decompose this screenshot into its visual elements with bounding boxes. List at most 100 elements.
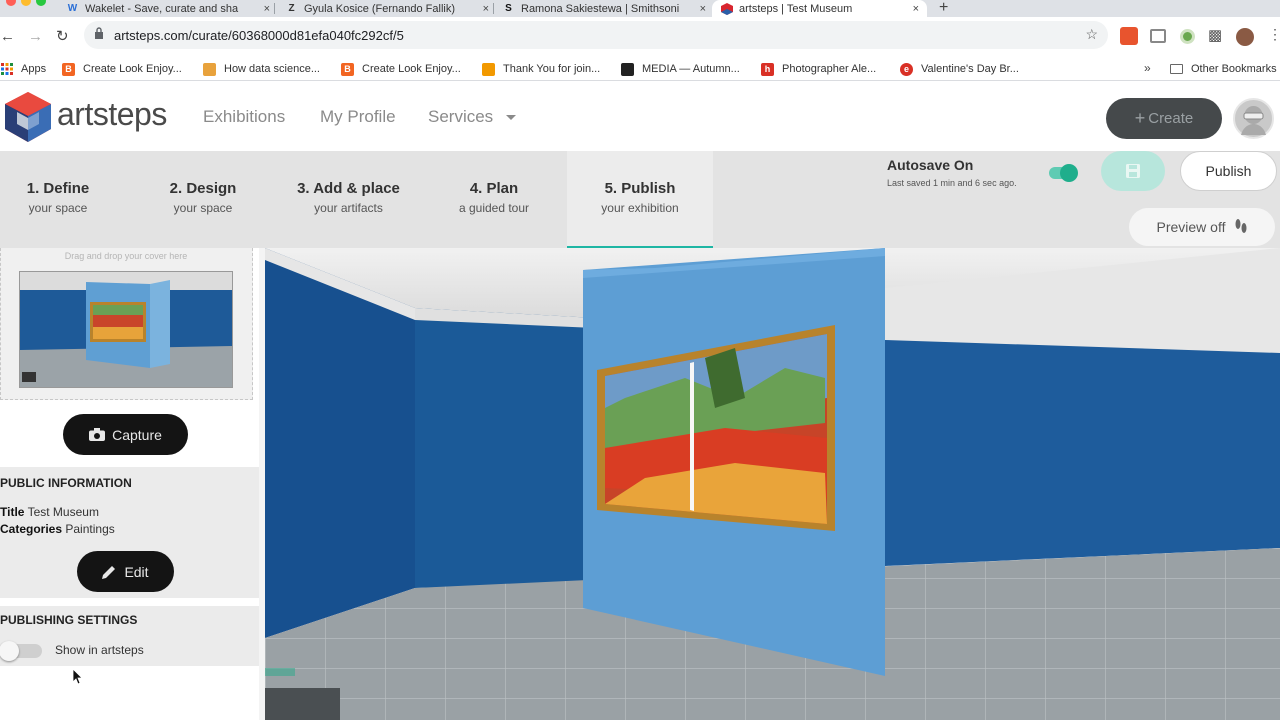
step-subtitle: your artifacts: [314, 201, 383, 215]
plus-icon: +: [1134, 108, 1146, 128]
camera-icon: [89, 428, 106, 441]
tab-close-icon[interactable]: ×: [913, 3, 919, 15]
nav-my-profile[interactable]: My Profile: [320, 107, 396, 127]
artsteps-logo[interactable]: artsteps: [5, 92, 185, 142]
step-subtitle: your space: [173, 201, 233, 215]
window-close-dot[interactable]: [6, 0, 16, 6]
bookmark-site-icon: h: [761, 62, 774, 76]
step-title: 2. Design: [169, 180, 237, 197]
mouse-cursor-icon: [73, 669, 83, 685]
step-title: 3. Add & place: [297, 180, 400, 197]
folder-icon: [1170, 64, 1183, 74]
step-title: 5. Publish: [604, 180, 676, 197]
capture-button[interactable]: Capture: [63, 414, 188, 455]
create-button[interactable]: + Create: [1106, 98, 1222, 139]
public-information-section: PUBLIC INFORMATION Title Test Museum Cat…: [0, 467, 259, 598]
browser-tab[interactable]: S Ramona Sakiestewa | Smithsoni ×: [502, 0, 706, 17]
floppy-disk-icon: [1126, 164, 1140, 178]
bookmark-site-icon: [482, 62, 495, 76]
cover-thumbnail: [19, 271, 233, 388]
bookmark-label: Valentine's Day Br...: [921, 63, 1019, 75]
extensions-puzzle-icon[interactable]: ▩: [1208, 26, 1222, 44]
bookmark-site-icon: e: [900, 62, 913, 76]
bookmark-label: Thank You for join...: [503, 63, 601, 75]
curate-steps-bar: 1. Define your space 2. Design your spac…: [0, 151, 1280, 248]
site-header: artsteps Exhibitions My Profile Services…: [0, 81, 1280, 151]
step-subtitle: a guided tour: [458, 201, 530, 215]
tab-divider: [274, 3, 275, 14]
tab-title: Ramona Sakiestewa | Smithsoni: [521, 2, 680, 15]
tab-close-icon[interactable]: ×: [483, 3, 489, 15]
browser-tab-active[interactable]: artsteps | Test Museum ×: [712, 0, 927, 17]
bookmark-item[interactable]: B Create Look Enjoy...: [62, 60, 182, 78]
bookmark-item[interactable]: Apps: [0, 60, 46, 78]
bookmark-item[interactable]: B Create Look Enjoy...: [341, 60, 461, 78]
avatar-helmet-icon: [1241, 106, 1266, 135]
extension-pen-icon[interactable]: [1150, 29, 1166, 43]
bookmark-item[interactable]: Thank You for join...: [482, 60, 600, 78]
tab-close-icon[interactable]: ×: [700, 3, 706, 15]
smithsonian-icon: S: [505, 3, 512, 14]
address-bar[interactable]: artsteps.com/curate/60368000d81efa040fc2…: [84, 21, 1108, 49]
step-design[interactable]: 2. Design your space: [145, 151, 261, 248]
bookmark-label: Other Bookmarks: [1191, 63, 1277, 75]
bookmark-item[interactable]: How data science...: [203, 60, 320, 78]
star-icon[interactable]: ☆: [1085, 26, 1098, 43]
tab-title: Wakelet - Save, curate and sha: [85, 2, 239, 15]
nav-services[interactable]: Services: [428, 107, 493, 127]
bookmark-item[interactable]: h Photographer Ale...: [761, 60, 876, 78]
window-maximize-dot[interactable]: [36, 0, 46, 6]
bookmark-label: Create Look Enjoy...: [83, 63, 182, 75]
exhibition-3d-view[interactable]: [265, 248, 1280, 720]
caret-down-icon[interactable]: [506, 115, 516, 120]
more-bookmarks-chevron[interactable]: »: [1144, 61, 1151, 75]
bookmark-label: Create Look Enjoy...: [362, 63, 461, 75]
edit-button[interactable]: Edit: [77, 551, 174, 592]
step-define[interactable]: 1. Define your space: [0, 151, 116, 248]
autosave-toggle[interactable]: [1049, 164, 1078, 182]
step-add-place[interactable]: 3. Add & place your artifacts: [283, 151, 414, 248]
menu-dots-icon[interactable]: ⋮: [1268, 26, 1280, 43]
show-in-artsteps-label: Show in artsteps: [55, 643, 144, 657]
bookmark-site-icon: [203, 62, 216, 76]
publish-button[interactable]: Publish: [1180, 151, 1277, 191]
profile-icon[interactable]: [1236, 28, 1254, 46]
logo-wordmark: artsteps: [57, 96, 167, 132]
create-label: Create: [1148, 110, 1194, 127]
bookmark-item[interactable]: MEDIA — Autumn...: [621, 60, 740, 78]
publish-label: Publish: [1205, 163, 1252, 179]
autosave-title: Autosave On: [887, 157, 974, 173]
preview-toggle-button[interactable]: Preview off: [1129, 208, 1275, 246]
categories-key: Categories: [0, 522, 63, 536]
window-minimize-dot[interactable]: [21, 0, 31, 6]
artsteps-icon: [720, 2, 733, 15]
bookmark-label: Apps: [21, 63, 47, 75]
extension-circle-icon[interactable]: [1180, 29, 1195, 44]
new-tab-button[interactable]: +: [939, 0, 948, 17]
forward-arrow-icon[interactable]: →: [28, 28, 43, 45]
edit-label: Edit: [124, 563, 149, 580]
footsteps-icon: [1235, 219, 1246, 233]
step-publish[interactable]: 5. Publish your exhibition: [567, 151, 713, 248]
tab-title: Gyula Kosice (Fernando Fallik): [304, 2, 456, 15]
wakelet-icon: W: [67, 3, 78, 14]
back-arrow-icon[interactable]: ←: [0, 28, 15, 45]
step-plan[interactable]: 4. Plan a guided tour: [436, 151, 552, 248]
categories-row: Categories Paintings: [0, 522, 115, 536]
cover-drop-zone[interactable]: Drag and drop your cover here: [0, 248, 253, 400]
reload-icon[interactable]: ↻: [56, 27, 69, 45]
publish-side-panel: Drag and drop your cover here Capture PU…: [0, 248, 265, 720]
bookmark-item[interactable]: e Valentine's Day Br...: [900, 60, 1019, 78]
nav-exhibitions[interactable]: Exhibitions: [203, 107, 285, 127]
show-in-artsteps-toggle[interactable]: [0, 641, 42, 661]
cover-drop-hint: Drag and drop your cover here: [64, 251, 188, 261]
tab-close-icon[interactable]: ×: [264, 3, 270, 15]
user-avatar[interactable]: [1233, 98, 1274, 139]
other-bookmarks[interactable]: Other Bookmarks: [1170, 60, 1277, 78]
extension-off-icon[interactable]: [1120, 27, 1138, 45]
browser-tab[interactable]: Z Gyula Kosice (Fernando Fallik) ×: [285, 0, 489, 17]
browser-tab[interactable]: W Wakelet - Save, curate and sha ×: [66, 0, 270, 17]
save-button[interactable]: [1101, 151, 1165, 191]
categories-value: Paintings: [65, 522, 115, 536]
zigzag-icon: Z: [288, 3, 295, 14]
